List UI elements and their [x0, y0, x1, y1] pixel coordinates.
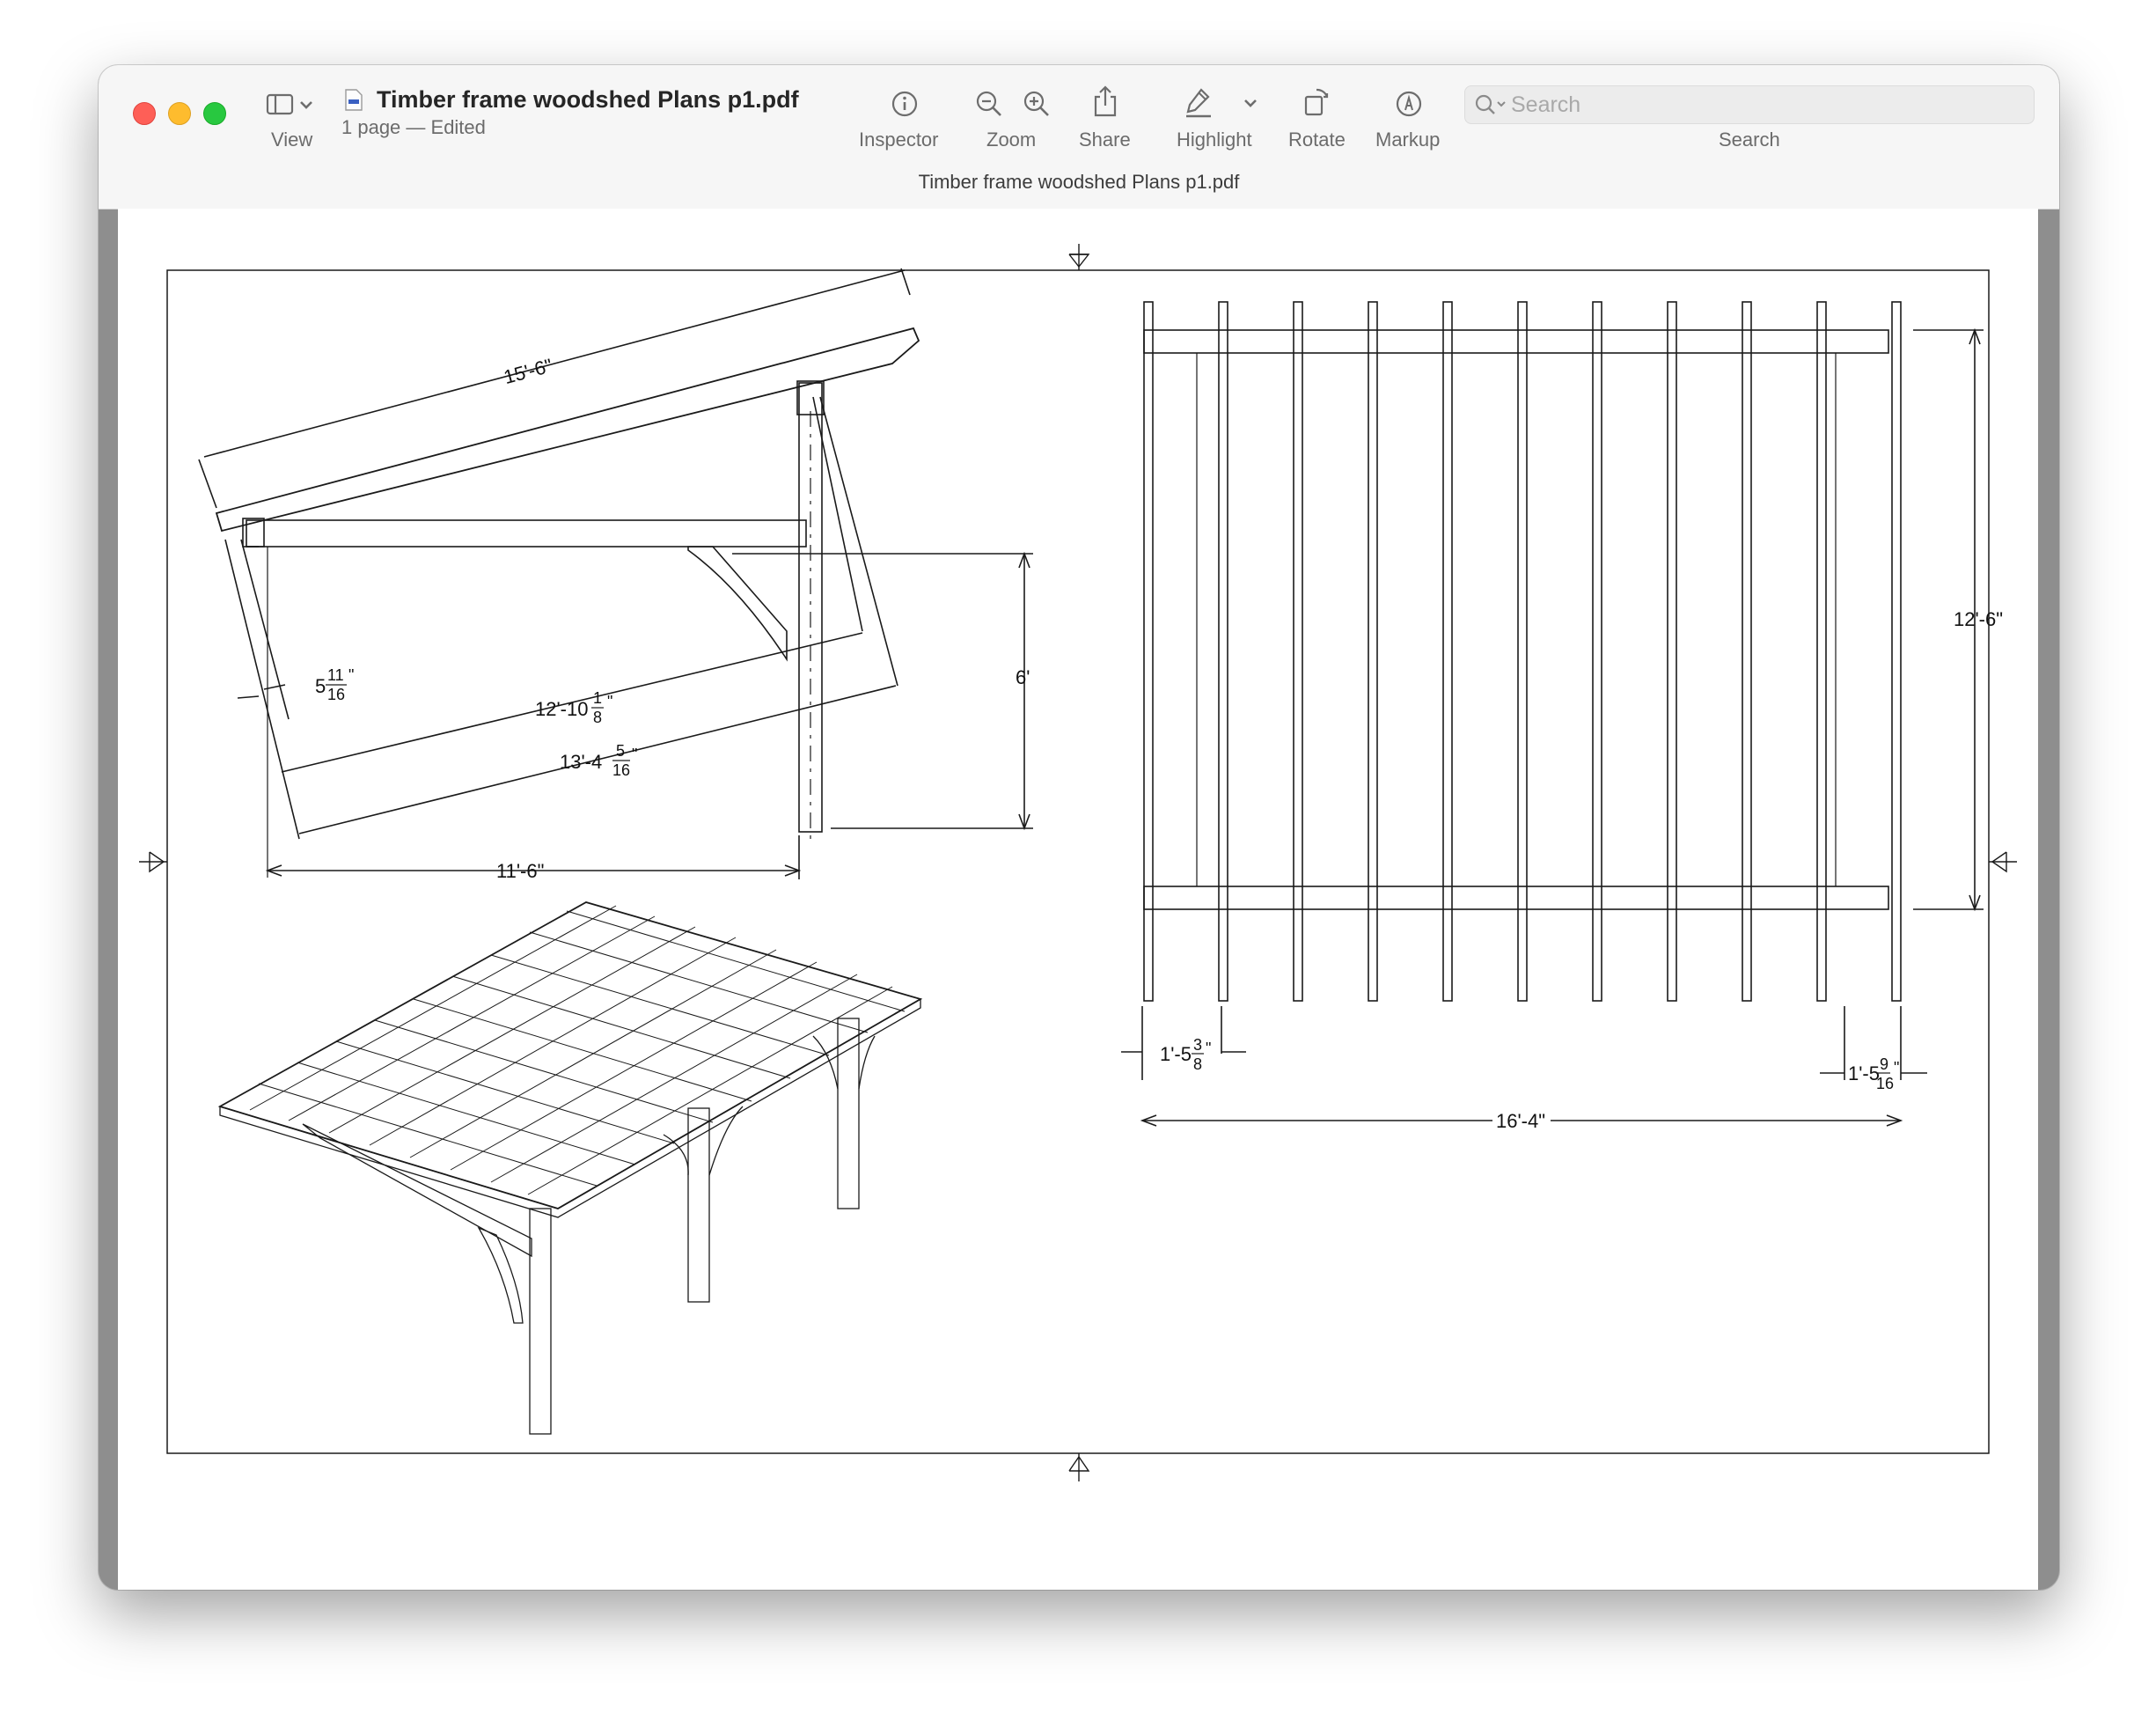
- document-status: 1 page — Edited: [341, 116, 486, 138]
- markup-label: Markup: [1375, 129, 1441, 151]
- markup-button[interactable]: [1395, 90, 1423, 118]
- dim-inset-num: 11: [327, 666, 344, 684]
- svg-text:": ": [1894, 1059, 1899, 1077]
- inspector-button[interactable]: [891, 90, 919, 118]
- roof-grid-lines: [249, 905, 906, 1195]
- view-button[interactable]: [266, 92, 319, 118]
- dim-post-height: 6': [1016, 666, 1030, 688]
- svg-text:": ": [1206, 1040, 1211, 1057]
- drawing-border: [166, 269, 1990, 1454]
- side-elevation: 15'-6" 5 11 16 " 12'-10 1 8 " 13'-4 5 16…: [198, 268, 1033, 882]
- center-marker-bottom: [1068, 1453, 1090, 1481]
- pdf-page[interactable]: 15'-6" 5 11 16 " 12'-10 1 8 " 13'-4 5 16…: [118, 209, 2038, 1590]
- dim-left-spacing-den: 8: [1193, 1055, 1202, 1073]
- share-button[interactable]: [1092, 85, 1118, 118]
- dim-brace-span-2-num: 5: [616, 742, 625, 760]
- dim-left-spacing: 1'-5: [1160, 1043, 1192, 1065]
- fullscreen-window-button[interactable]: [203, 102, 226, 125]
- zoom-out-icon: [976, 91, 1001, 116]
- info-circle-icon: [891, 91, 918, 117]
- toolbar: View Timber frame woodshed Plans p1.pdf …: [99, 65, 2059, 209]
- zoom-label: Zoom: [986, 129, 1037, 151]
- dim-brace-span-2-den: 16: [612, 761, 630, 779]
- window-title: Timber frame woodshed Plans p1.pdf: [918, 171, 1240, 193]
- svg-text:": ": [348, 666, 354, 684]
- inspector-label: Inspector: [859, 129, 939, 151]
- minimize-window-button[interactable]: [168, 102, 191, 125]
- dim-right-spacing-den: 16: [1876, 1075, 1894, 1092]
- svg-text:": ": [607, 693, 612, 710]
- dim-total-width: 16'-4": [1496, 1110, 1545, 1132]
- plan-view: 12'-6" 1'-5 3 8 " 1'-5 9 16 " 16'-4": [1121, 301, 2003, 1132]
- svg-text:": ": [632, 746, 637, 763]
- close-window-button[interactable]: [133, 102, 156, 125]
- preview-window: View Timber frame woodshed Plans p1.pdf …: [99, 65, 2059, 1590]
- highlight-label: Highlight: [1177, 129, 1252, 151]
- dim-brace-span-1: 12'-10: [535, 698, 588, 720]
- rotate-icon: [1304, 88, 1329, 116]
- zoom-in-icon: [1023, 91, 1049, 116]
- woodshed-plan-drawing: 15'-6" 5 11 16 " 12'-10 1 8 " 13'-4 5 16…: [139, 244, 2017, 1481]
- share-label: Share: [1079, 129, 1131, 151]
- dim-inset-whole: 5: [315, 675, 326, 697]
- search-placeholder: Search: [1511, 92, 1581, 117]
- center-marker-left: [139, 851, 167, 873]
- dim-left-spacing-num: 3: [1193, 1036, 1202, 1054]
- markup-pen-icon: [1396, 91, 1422, 117]
- center-marker-top: [1068, 244, 1090, 270]
- view-label: View: [271, 129, 313, 151]
- sidebar-toggle-icon: [266, 93, 312, 115]
- pdf-file-icon: [345, 89, 363, 111]
- share-icon: [1094, 85, 1117, 117]
- center-marker-right: [1989, 851, 2017, 873]
- rafters: [1143, 301, 1902, 1002]
- dim-rafter-length: 15'-6": [502, 354, 555, 388]
- zoom-in-button[interactable]: [1023, 90, 1051, 118]
- highlight-options-button[interactable]: [1241, 93, 1260, 113]
- document-title: Timber frame woodshed Plans p1.pdf: [377, 86, 799, 113]
- dim-plan-depth: 12'-6": [1954, 608, 2003, 630]
- search-label: Search: [1719, 129, 1780, 151]
- highlight-button[interactable]: [1184, 86, 1214, 118]
- dim-right-spacing: 1'-5: [1848, 1062, 1880, 1084]
- rotate-button[interactable]: [1302, 85, 1332, 118]
- dim-brace-span-1-num: 1: [593, 689, 602, 707]
- dim-brace-span-2: 13'-4: [560, 751, 602, 773]
- dim-right-spacing-num: 9: [1880, 1055, 1888, 1073]
- rotate-label: Rotate: [1288, 129, 1346, 151]
- zoom-out-button[interactable]: [975, 90, 1003, 118]
- chevron-down-icon: [1244, 99, 1257, 107]
- magnifier-icon: [1475, 94, 1506, 114]
- dim-brace-span-1-den: 8: [593, 709, 602, 726]
- dim-inset-den: 16: [327, 686, 345, 703]
- isometric-view: [217, 901, 923, 1435]
- dim-base-width: 11'-6": [496, 860, 544, 882]
- highlighter-icon: [1186, 88, 1211, 118]
- search-field[interactable]: Search: [1464, 85, 2035, 124]
